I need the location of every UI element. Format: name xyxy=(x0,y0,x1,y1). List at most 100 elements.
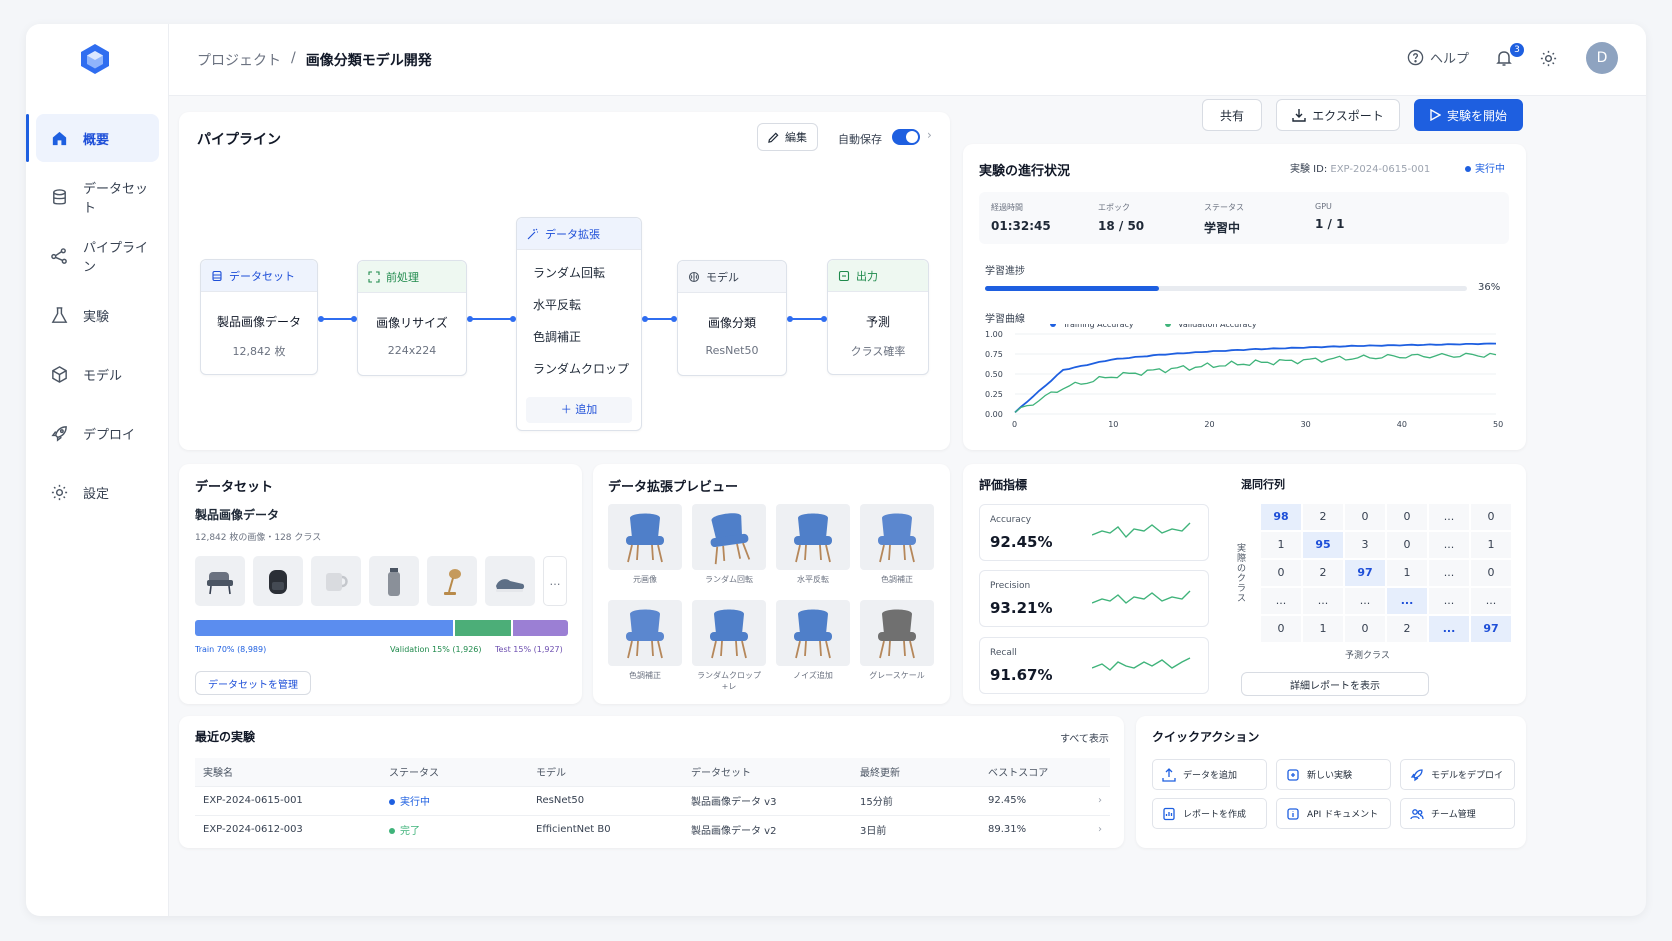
sample-thumbnail-lamp[interactable] xyxy=(427,556,477,606)
augmentation-thumbnail[interactable] xyxy=(776,504,850,570)
connector-dot xyxy=(351,316,357,322)
view-all-link[interactable]: すべて表示 xyxy=(1060,730,1109,745)
detail-report-button[interactable]: 詳細レポートを表示 xyxy=(1241,672,1429,696)
node-dataset[interactable]: データセット 製品画像データ 12,842 枚 xyxy=(200,259,318,375)
settings-gear-icon[interactable] xyxy=(1539,49,1558,68)
add-augmentation-button[interactable]: ＋ 追加 xyxy=(526,397,632,423)
x-tick-label: 10 xyxy=(1108,420,1118,429)
confusion-cell: 0 xyxy=(1387,504,1427,530)
users-icon xyxy=(1410,808,1424,819)
table-row[interactable]: EXP-2024-0615-001 実行中 ResNet50 製品画像データ v3 15… xyxy=(195,785,1110,815)
split-validation-segment xyxy=(455,620,511,636)
sidebar-item-deploy[interactable]: デプロイ xyxy=(36,409,159,457)
sidebar: 概要 データセット パイプライン 実験 モデル デプロイ 設定 xyxy=(26,24,169,916)
create-report-button[interactable]: レポートを作成 xyxy=(1152,798,1267,829)
lamp-image xyxy=(444,569,461,595)
deploy-model-button[interactable]: モデルをデプロイ xyxy=(1400,759,1515,790)
augmentation-item[interactable]: 色調補正 xyxy=(517,321,641,353)
app-window: 概要 データセット パイプライン 実験 モデル デプロイ 設定 プロジェクト /… xyxy=(26,24,1646,916)
connector-dot xyxy=(821,316,827,322)
sample-thumbnail-chair[interactable] xyxy=(195,556,245,606)
augmentation-item[interactable]: 水平反転 xyxy=(517,289,641,321)
node-preprocess[interactable]: 前処理 画像リサイズ 224x224 xyxy=(357,260,467,376)
flask-icon xyxy=(51,306,68,323)
report-icon xyxy=(1163,807,1175,820)
help-button[interactable]: ヘルプ xyxy=(1407,48,1469,67)
node-title: 画像リサイズ xyxy=(376,316,448,330)
status-text: 完了 xyxy=(400,826,420,838)
edit-button[interactable]: 編集 xyxy=(757,123,818,151)
column-header[interactable]: 最終更新 xyxy=(852,758,980,786)
autosave-toggle[interactable] xyxy=(892,129,920,145)
y-tick-label: 0.00 xyxy=(985,410,1003,419)
column-header[interactable]: モデル xyxy=(528,758,683,786)
export-button[interactable]: エクスポート xyxy=(1276,99,1400,131)
sidebar-item-pipeline[interactable]: パイプライン xyxy=(36,232,159,280)
more-samples-button[interactable]: … xyxy=(543,556,567,606)
augmentation-thumbnail[interactable] xyxy=(608,504,682,570)
y-tick-label: 0.25 xyxy=(985,390,1003,399)
sample-thumbnail-backpack[interactable] xyxy=(253,556,303,606)
node-output[interactable]: 出力 予測 クラス確率 xyxy=(827,259,929,375)
augmentation-thumbnail[interactable] xyxy=(860,504,934,570)
progress-label: 学習進捗 xyxy=(985,266,1025,277)
augmentation-item[interactable]: ランダム回転 xyxy=(517,257,641,289)
avatar[interactable]: D xyxy=(1586,42,1618,74)
confusion-y-label: 実際のクラス xyxy=(1237,544,1247,604)
chevron-right-icon[interactable]: › xyxy=(1098,795,1102,806)
export-label: エクスポート xyxy=(1312,108,1384,123)
confusion-cell: ... xyxy=(1429,560,1469,586)
column-header[interactable]: データセット xyxy=(683,758,852,786)
sidebar-item-experiments[interactable]: 実験 xyxy=(36,291,159,339)
app-logo-icon[interactable] xyxy=(78,42,112,76)
manage-dataset-button[interactable]: データセットを管理 xyxy=(195,671,311,695)
sidebar-item-label: デプロイ xyxy=(83,427,136,443)
recent-experiments-title: 最近の実験 xyxy=(195,730,256,744)
metric-value: 92.45% xyxy=(990,533,1053,551)
breadcrumb-root[interactable]: プロジェクト xyxy=(197,50,281,70)
connector-dot xyxy=(318,316,324,322)
chevron-right-icon[interactable]: › xyxy=(1098,824,1102,835)
augmentation-thumbnail[interactable] xyxy=(776,600,850,666)
augmentation-thumbnail[interactable] xyxy=(860,600,934,666)
sidebar-item-settings[interactable]: 設定 xyxy=(36,468,159,516)
dataset-name: 製品画像データ xyxy=(195,508,280,522)
sidebar-item-label: 概要 xyxy=(83,132,110,148)
stats-panel: 経過時間 01:32:45 エポック 18 / 50 ステータス 学習中 GPU 1 /… xyxy=(979,192,1509,244)
augmentation-thumbnail[interactable] xyxy=(692,600,766,666)
team-management-button[interactable]: チーム管理 xyxy=(1400,798,1515,829)
table-row[interactable]: EXP-2024-0612-003 完了 EfficientNet B0 製品画像デー… xyxy=(195,814,1110,844)
api-docs-button[interactable]: API ドキュメント xyxy=(1276,798,1391,829)
confusion-title: 混同行列 xyxy=(1241,478,1285,491)
column-header[interactable]: ステータス xyxy=(381,758,528,786)
stat-value: 18 / 50 xyxy=(1098,219,1145,233)
augmentation-list: ランダム回転 水平反転 色調補正 ランダムクロップ xyxy=(517,250,641,385)
play-icon xyxy=(1430,109,1441,121)
start-label: 実験を開始 xyxy=(1446,108,1507,123)
augmentation-thumbnail[interactable] xyxy=(608,600,682,666)
breadcrumb: プロジェクト / 画像分類モデル開発 xyxy=(197,50,432,70)
node-augmentation[interactable]: データ拡張 ランダム回転 水平反転 色調補正 ランダムクロップ ＋ 追加 xyxy=(516,217,642,431)
output-box-icon xyxy=(838,270,850,281)
confusion-cell: ... xyxy=(1429,616,1469,642)
start-experiment-button[interactable]: 実験を開始 xyxy=(1414,99,1523,131)
node-model[interactable]: モデル 画像分類 ResNet50 xyxy=(677,260,787,376)
confusion-cell: 0 xyxy=(1387,532,1427,558)
share-button[interactable]: 共有 xyxy=(1202,99,1262,131)
sample-thumbnail-bottle[interactable] xyxy=(369,556,419,606)
table-header-row: 実験名 ステータス モデル データセット 最終更新 ベストスコア xyxy=(195,758,1110,786)
column-header[interactable]: 実験名 xyxy=(195,758,381,786)
sample-thumbnail-shoe[interactable] xyxy=(485,556,535,606)
status-dot xyxy=(389,828,395,835)
sample-thumbnail-mug[interactable] xyxy=(311,556,361,606)
sidebar-item-dataset[interactable]: データセット xyxy=(36,173,159,221)
sidebar-item-models[interactable]: モデル xyxy=(36,350,159,398)
augmentation-item[interactable]: ランダムクロップ xyxy=(517,353,641,385)
add-data-button[interactable]: データを追加 xyxy=(1152,759,1267,790)
augmentation-thumbnail[interactable] xyxy=(692,504,766,570)
column-header[interactable]: ベストスコア xyxy=(980,758,1110,786)
sidebar-item-overview[interactable]: 概要 xyxy=(26,114,159,162)
split-validation-label: Validation 15% (1,926) xyxy=(390,645,482,654)
chevron-right-icon[interactable]: › xyxy=(927,128,932,142)
new-experiment-button[interactable]: 新しい実験 xyxy=(1276,759,1391,790)
